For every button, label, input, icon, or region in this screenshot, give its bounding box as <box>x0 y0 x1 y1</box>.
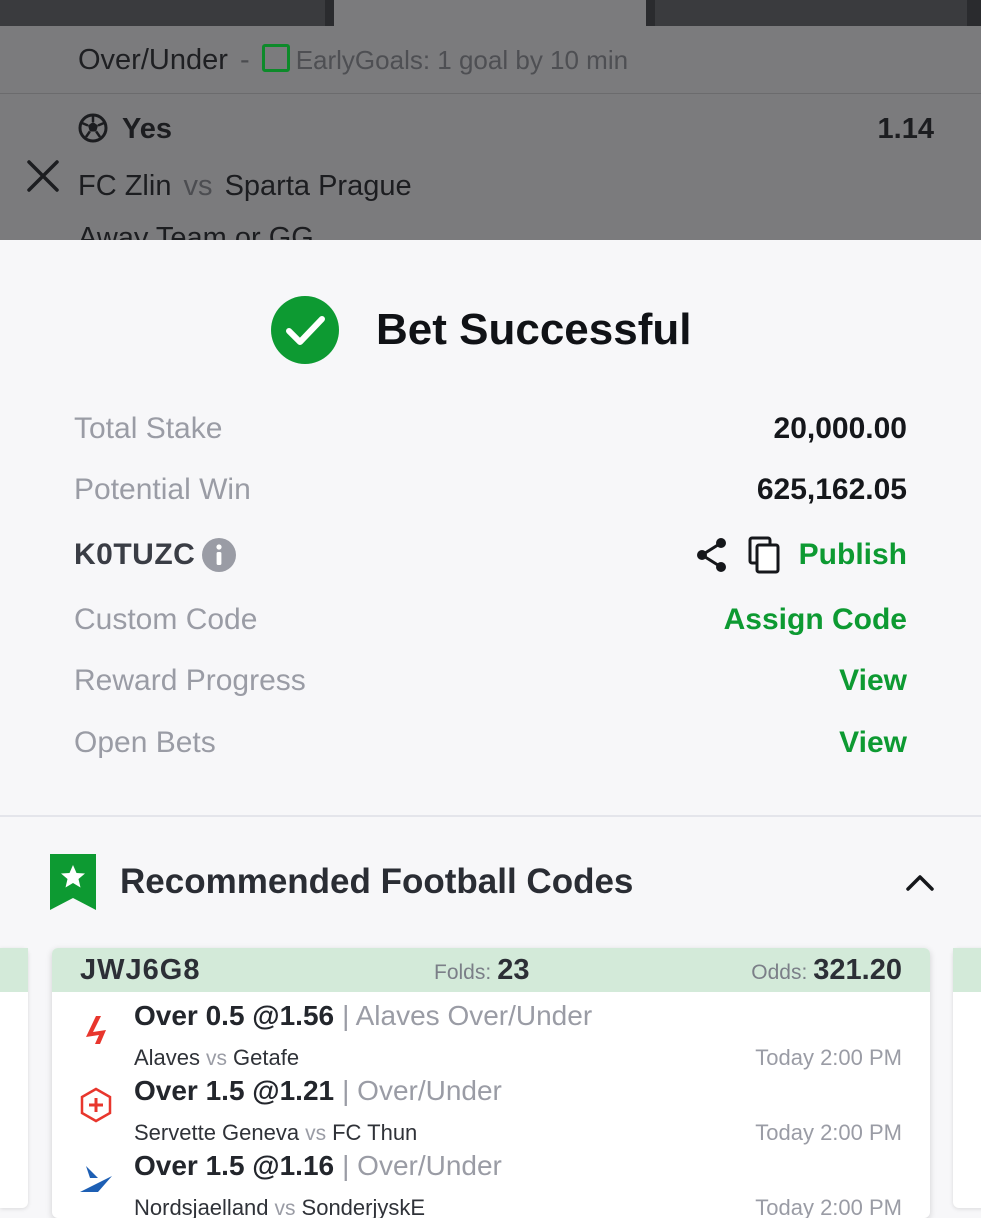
home-team: FC Zlin <box>78 170 172 202</box>
leg-selection: Over 1.5 @1.16 <box>134 1150 335 1181</box>
leg-time: Today 2:00 PM <box>755 1045 902 1070</box>
check-circle-icon <box>271 296 339 364</box>
bookmark-star-icon <box>50 853 96 910</box>
open-bets-view-link[interactable]: View <box>839 726 907 760</box>
pick-name: Yes <box>122 113 172 145</box>
background-betslip: Over/Under - EarlyGoals: 1 goal by 10 mi… <box>0 0 981 240</box>
custom-code-row: Custom Code Assign Code <box>74 600 907 640</box>
booking-code[interactable]: K0TUZC <box>74 538 195 572</box>
danish-league-icon <box>80 1166 112 1192</box>
share-icon[interactable] <box>695 536 729 574</box>
assign-code-link[interactable]: Assign Code <box>724 603 907 637</box>
success-title: Bet Successful <box>376 305 692 354</box>
booking-code-row: K0TUZC Publish <box>74 535 907 575</box>
list-item: Over 1.5 @1.16 | Over/Under Nordsjaelland… <box>52 1150 930 1218</box>
folds-count: Folds: 23 <box>434 953 530 986</box>
leg-selection: Over 0.5 @1.56 <box>134 1000 335 1031</box>
code-actions: Publish <box>695 536 907 574</box>
leg-market: | Alaves Over/Under <box>342 1000 593 1031</box>
success-header: Bet Successful <box>270 295 691 365</box>
leg-market: | Over/Under <box>342 1150 502 1181</box>
open-bets-row: Open Bets View <box>74 723 907 763</box>
recommended-header[interactable]: Recommended Football Codes <box>50 853 935 910</box>
recommended-title: Recommended Football Codes <box>120 861 634 901</box>
reward-progress-view-link[interactable]: View <box>839 664 907 698</box>
swiss-league-icon <box>80 1087 112 1123</box>
total-stake-value: 20,000.00 <box>773 412 907 445</box>
leg-home: Alaves <box>134 1045 201 1070</box>
total-odds: Odds: 321.20 <box>751 953 902 986</box>
close-icon[interactable] <box>25 158 61 194</box>
copy-icon[interactable] <box>747 536 781 574</box>
early-goals-checkbox[interactable] <box>261 44 290 72</box>
card-code: JWJ6G8 <box>80 953 201 986</box>
bet-success-sheet: Bet Successful Total Stake 20,000.00 Pot… <box>0 240 981 1218</box>
match-line: FC Zlin vs Sparta Prague <box>78 170 412 203</box>
extra-market: Away Team or GG <box>78 222 314 240</box>
market-name: Over/Under <box>78 44 228 76</box>
list-item: Over 1.5 @1.21 | Over/Under Servette Gene… <box>52 1075 930 1145</box>
open-bets-label: Open Bets <box>74 726 216 759</box>
leg-away: SonderjyskE <box>301 1195 426 1218</box>
leg-time: Today 2:00 PM <box>755 1120 902 1145</box>
list-item: Over 0.5 @1.56 | Alaves Over/Under Alaves… <box>52 1000 930 1070</box>
tab-bar <box>0 0 981 26</box>
market-line: Over/Under - EarlyGoals: 1 goal by 10 mi… <box>78 44 628 77</box>
potential-win-label: Potential Win <box>74 473 251 506</box>
leg-selection: Over 1.5 @1.21 <box>134 1075 335 1106</box>
next-code-card[interactable] <box>953 948 981 1208</box>
leg-vs: vs <box>305 1122 327 1145</box>
booking-code-group: K0TUZC <box>74 537 237 573</box>
reward-progress-row: Reward Progress View <box>74 661 907 701</box>
pick-line: Yes <box>78 113 172 146</box>
reward-progress-label: Reward Progress <box>74 664 306 697</box>
leg-time: Today 2:00 PM <box>755 1195 902 1218</box>
info-icon[interactable] <box>201 537 237 573</box>
leg-vs: vs <box>274 1197 296 1218</box>
potential-win-row: Potential Win 625,162.05 <box>74 470 907 510</box>
market-dash: - <box>239 44 250 76</box>
leg-vs: vs <box>206 1047 228 1070</box>
football-icon <box>78 113 108 143</box>
code-card[interactable]: JWJ6G8 Folds: 23 Odds: 321.20 Over 0.5 @1.… <box>52 948 930 1218</box>
leg-away: Getafe <box>233 1045 300 1070</box>
previous-code-card[interactable] <box>0 948 28 1208</box>
leg-home: Servette Geneva <box>134 1120 300 1145</box>
vs-label: vs <box>183 170 213 202</box>
tab-1[interactable] <box>0 0 325 26</box>
divider <box>0 93 981 94</box>
total-stake-row: Total Stake 20,000.00 <box>74 409 907 449</box>
pick-odds: 1.14 <box>877 113 934 145</box>
leg-market: | Over/Under <box>342 1075 502 1106</box>
potential-win-value: 625,162.05 <box>756 473 907 506</box>
away-team: Sparta Prague <box>224 170 412 202</box>
leg-home: Nordsjaelland <box>134 1195 269 1218</box>
publish-link[interactable]: Publish <box>799 538 907 572</box>
section-divider <box>0 815 981 817</box>
custom-code-label: Custom Code <box>74 603 258 636</box>
tab-3[interactable] <box>655 0 967 26</box>
laliga-icon <box>86 1016 106 1044</box>
chevron-up-icon[interactable] <box>905 872 935 892</box>
code-card-header: JWJ6G8 Folds: 23 Odds: 321.20 <box>52 948 930 992</box>
leg-away: FC Thun <box>332 1120 418 1145</box>
tab-2[interactable] <box>334 0 646 26</box>
total-stake-label: Total Stake <box>74 412 223 445</box>
early-goals-label: EarlyGoals: 1 goal by 10 min <box>295 45 629 75</box>
